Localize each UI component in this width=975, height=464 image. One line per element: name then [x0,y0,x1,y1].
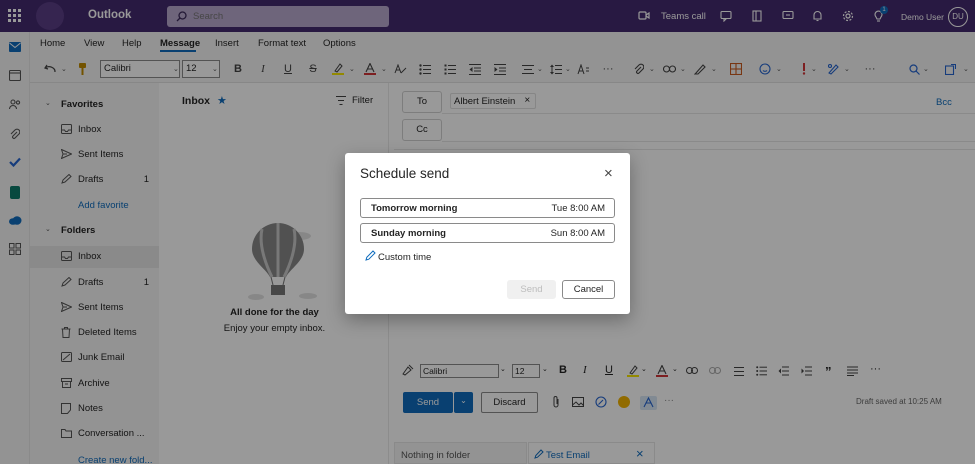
dialog-title: Schedule send [360,166,450,181]
option-time: Sun 8:00 AM [550,228,605,239]
dialog-send-button[interactable]: Send [507,280,556,299]
custom-time-link[interactable]: Custom time [378,252,431,263]
sunday-morning-option[interactable]: Sunday morning Sun 8:00 AM [360,223,615,243]
option-time: Tue 8:00 AM [551,203,605,214]
close-icon[interactable]: × [604,165,613,182]
tomorrow-morning-option[interactable]: Tomorrow morning Tue 8:00 AM [360,198,615,218]
option-label: Sunday morning [371,228,446,239]
dialog-cancel-button[interactable]: Cancel [562,280,615,299]
option-label: Tomorrow morning [371,203,458,214]
schedule-send-dialog: Schedule send × Tomorrow morning Tue 8:0… [345,153,630,314]
pencil-icon [365,250,376,261]
